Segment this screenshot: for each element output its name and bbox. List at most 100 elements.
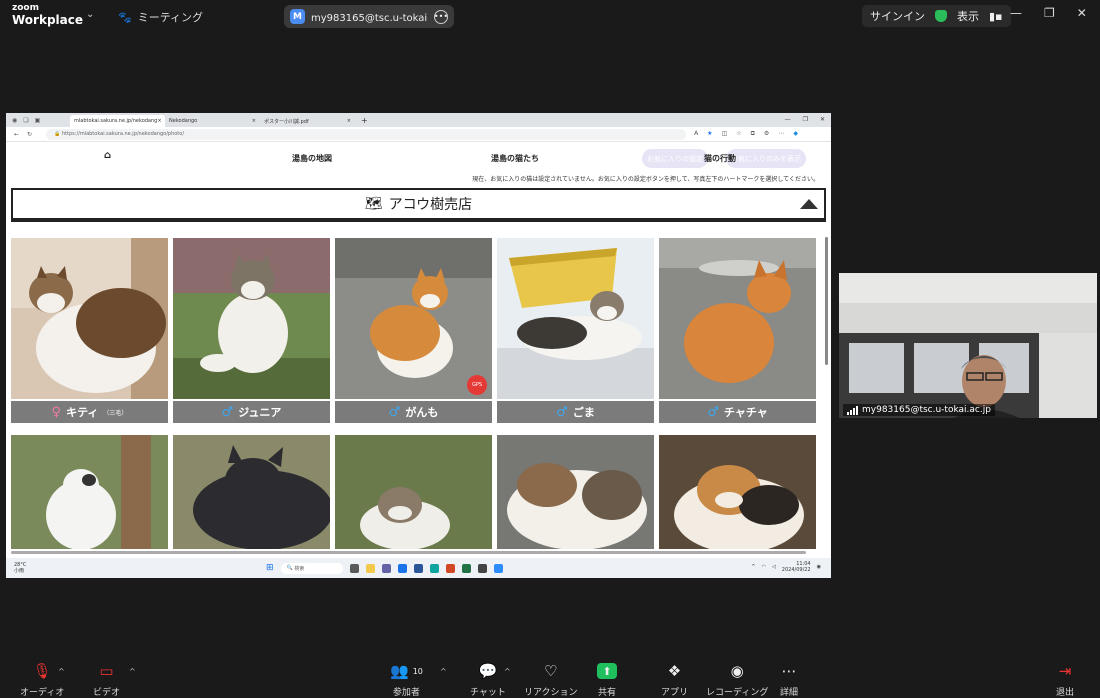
cat-name-bar[interactable]: ♂ ジュニア: [173, 401, 330, 423]
shield-icon[interactable]: [935, 10, 947, 22]
home-icon[interactable]: ⌂: [104, 150, 111, 161]
browser-minimize-icon[interactable]: —: [785, 116, 791, 123]
more-icon[interactable]: ⋯: [778, 130, 784, 138]
back-icon[interactable]: ←: [14, 131, 19, 138]
new-tab-icon[interactable]: +: [361, 116, 368, 127]
address-bar[interactable]: 🔒 https://mlabtokai.sakura.ne.jp /nekoda…: [46, 128, 687, 140]
cat-name-bar[interactable]: ♂ ごま: [497, 401, 654, 423]
view-button[interactable]: 表示: [957, 8, 979, 24]
clock[interactable]: 11:04 2024/09/22: [782, 561, 811, 573]
cat-card[interactable]: ♀ キティ （三毛）: [11, 238, 168, 423]
cat-name-bar[interactable]: ♂ がんも: [335, 401, 492, 423]
terminal-icon[interactable]: [477, 563, 487, 573]
outlook-icon[interactable]: [397, 563, 407, 573]
fav-setting-button[interactable]: お気に入りの設定: [642, 149, 708, 168]
cat-card[interactable]: ♂ チャチャ: [659, 238, 816, 423]
signin-button[interactable]: サインイン: [870, 8, 925, 24]
tray-chevron-icon[interactable]: ^: [751, 564, 755, 570]
tab-actions-icon[interactable]: ▣: [35, 117, 41, 124]
cat-photo[interactable]: [497, 435, 654, 549]
gps-badge[interactable]: GPS: [467, 375, 487, 395]
more-button[interactable]: ⋯ 詳細: [780, 660, 798, 698]
horizontal-scrollbar[interactable]: [11, 551, 806, 554]
view-layout-icon[interactable]: ▮▪: [989, 10, 1003, 23]
weather-widget[interactable]: 28°C 小雨: [6, 562, 86, 574]
cat-photo[interactable]: [11, 435, 168, 549]
recording-button[interactable]: ◉ レコーディング: [706, 660, 768, 698]
more-icon[interactable]: •••: [434, 9, 448, 24]
browser-tab-2[interactable]: Nekodango ×: [165, 115, 260, 127]
fav-show-button[interactable]: お気に入りのみを表示: [726, 149, 806, 168]
cat-photo[interactable]: [659, 435, 816, 549]
browser-restore-icon[interactable]: ❐: [803, 116, 808, 123]
restore-icon[interactable]: ❐: [1044, 6, 1055, 20]
zoom-app-icon[interactable]: [493, 563, 503, 573]
nav-behavior[interactable]: 猫の行動: [704, 153, 736, 164]
recording-label: レコーディング: [706, 688, 769, 698]
taskbar-search[interactable]: 🔍 検索: [280, 562, 343, 574]
cat-photo[interactable]: [659, 238, 816, 399]
browser-tab-3[interactable]: ポスター小川誠.pdf ×: [260, 115, 355, 127]
close-icon[interactable]: ✕: [1077, 6, 1087, 20]
copilot-icon[interactable]: ◆: [793, 130, 798, 138]
cat-name-bar[interactable]: ♂ チャチャ: [659, 401, 816, 423]
extensions-icon[interactable]: ⚙: [764, 130, 769, 138]
teams-icon[interactable]: [381, 563, 391, 573]
read-aloud-icon[interactable]: A: [694, 130, 698, 138]
nav-map[interactable]: 湯島の地図: [292, 153, 332, 164]
volume-icon[interactable]: ◁: [772, 564, 776, 570]
chat-button[interactable]: 💬 チャット: [470, 660, 506, 698]
cat-card[interactable]: ♂ ジュニア: [173, 238, 330, 423]
tab-close-icon[interactable]: ×: [347, 118, 351, 124]
cat-photo[interactable]: [11, 238, 168, 399]
reactions-button[interactable]: ♡ リアクション: [524, 660, 578, 698]
tab-close-icon[interactable]: ×: [252, 118, 256, 124]
browser-tab-1[interactable]: mlabtokai.sakura.ne.jp/nekodang ×: [70, 115, 165, 127]
profile-icon[interactable]: ◉: [12, 117, 17, 124]
video-options-caret-icon[interactable]: ^: [129, 667, 136, 676]
participant-video-tile[interactable]: my983165@tsc.u-tokai.ac.jp: [839, 273, 1097, 418]
collections-icon[interactable]: ⧉: [751, 130, 755, 138]
split-screen-icon[interactable]: ◫: [722, 130, 728, 138]
share-button[interactable]: ⬆ 共有: [597, 660, 617, 698]
cat-photo[interactable]: [173, 238, 330, 399]
favorites-icon[interactable]: ☆: [736, 130, 741, 138]
excel-icon[interactable]: [461, 563, 471, 573]
cat-card[interactable]: GPS ♂ がんも: [335, 238, 492, 423]
audio-button[interactable]: 🎙 オーディオ: [20, 660, 64, 698]
cat-photo[interactable]: [335, 435, 492, 549]
video-button[interactable]: ▭ ビデオ: [93, 660, 120, 698]
collapse-triangle-icon[interactable]: [800, 199, 818, 209]
nav-cats[interactable]: 湯島の猫たち: [491, 153, 539, 164]
cat-card[interactable]: ♂ ごま: [497, 238, 654, 423]
cat-name-bar[interactable]: ♀ キティ （三毛）: [11, 401, 168, 423]
windows-start-icon[interactable]: ⊞: [266, 563, 274, 573]
browser-close-icon[interactable]: ✕: [820, 116, 825, 123]
chat-options-caret-icon[interactable]: ^: [504, 667, 511, 676]
refresh-icon[interactable]: ↻: [27, 131, 32, 138]
minimize-icon[interactable]: —: [1010, 6, 1022, 20]
wifi-icon[interactable]: ◠: [762, 564, 766, 570]
more-label: 詳細: [780, 688, 799, 698]
collections-icon[interactable]: ❏: [23, 117, 28, 124]
account-pill[interactable]: M my983165@tsc.u-tokai.ac.jp さん •••: [284, 5, 454, 28]
favorite-star-icon[interactable]: ★: [707, 130, 712, 138]
leave-button[interactable]: ⇥ 退出: [1056, 660, 1074, 698]
page-scrollbar[interactable]: [825, 237, 828, 365]
chevron-down-icon[interactable]: ⌄: [86, 9, 94, 20]
meeting-tab[interactable]: 🐾 ミーティング: [118, 9, 203, 25]
audio-options-caret-icon[interactable]: ^: [58, 667, 65, 676]
edge-icon[interactable]: [429, 563, 439, 573]
word-icon[interactable]: [413, 563, 423, 573]
powerpoint-icon[interactable]: [445, 563, 455, 573]
file-explorer-icon[interactable]: [365, 563, 375, 573]
participants-button[interactable]: 👥 10 参加者: [390, 660, 423, 698]
tab-close-icon[interactable]: ×: [157, 118, 161, 124]
participants-options-caret-icon[interactable]: ^: [440, 667, 447, 676]
notification-icon[interactable]: ◉: [817, 564, 821, 570]
cat-photo[interactable]: [497, 238, 654, 399]
cat-photo[interactable]: GPS: [335, 238, 492, 399]
cat-photo[interactable]: [173, 435, 330, 549]
apps-button[interactable]: ❖ アプリ: [661, 660, 688, 698]
task-view-icon[interactable]: [349, 563, 359, 573]
